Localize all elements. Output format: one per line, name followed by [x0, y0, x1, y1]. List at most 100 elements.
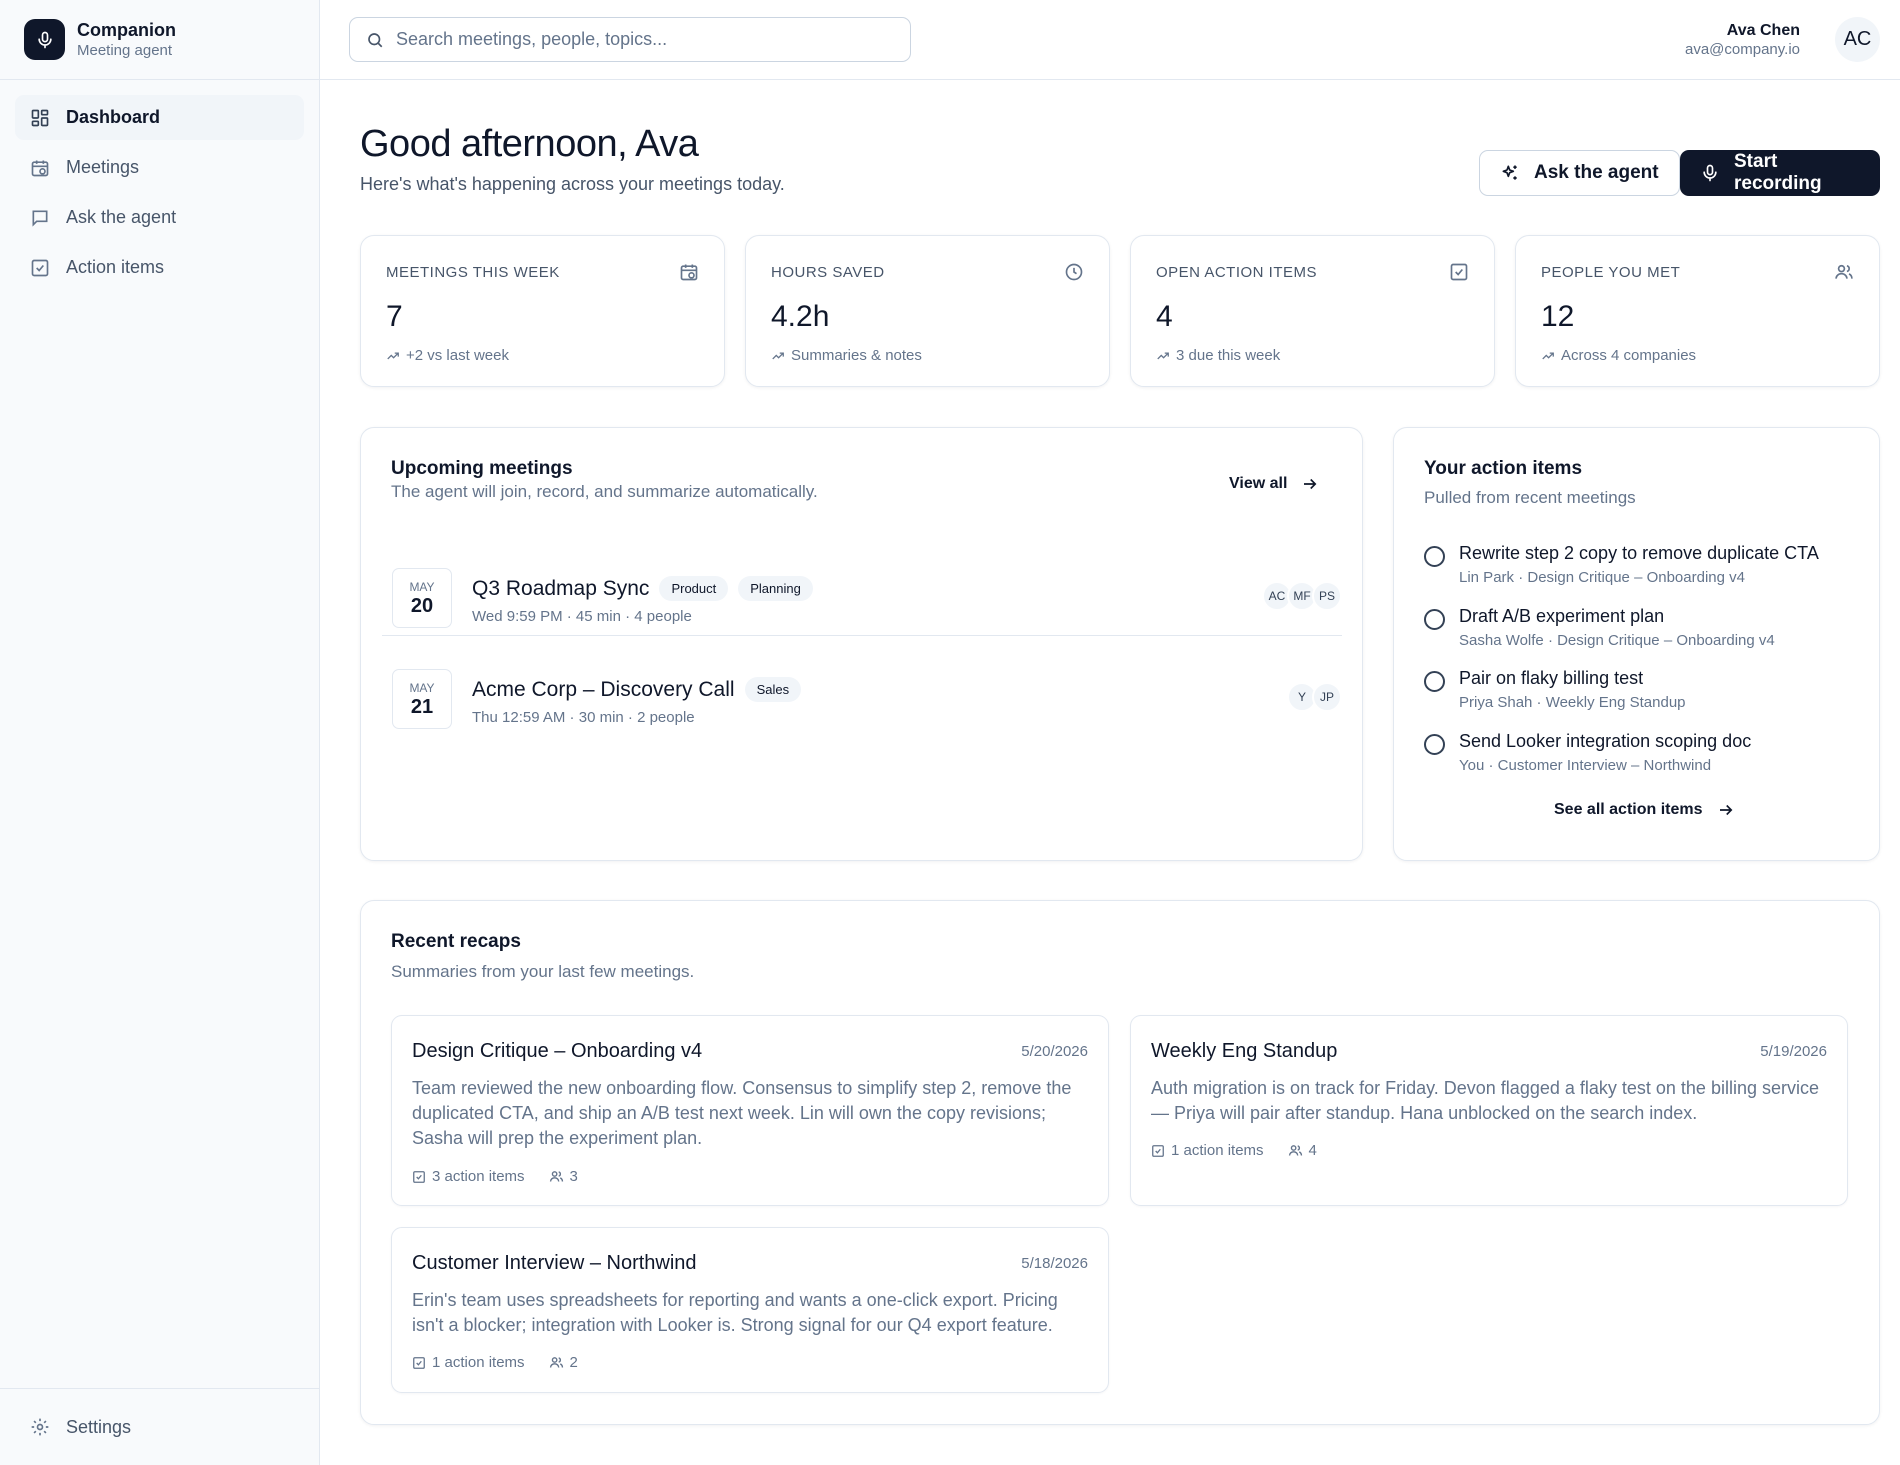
settings-label: Settings — [66, 1416, 132, 1437]
view-all-label: View all — [1229, 475, 1288, 492]
action-item-checkbox[interactable] — [1424, 671, 1445, 692]
stat-trend-text: Across 4 companies — [1561, 347, 1697, 364]
meeting-day: 21 — [410, 696, 434, 718]
action-item-meta: You · Customer Interview – Northwind — [1459, 757, 1712, 774]
sidebar-item-meetings[interactable]: Meetings — [15, 145, 304, 190]
action-item-meta: Lin Park · Design Critique – Onboarding … — [1459, 569, 1745, 586]
stat-trend: Summaries & notes — [771, 347, 922, 364]
recap-people-count: 3 — [569, 1168, 578, 1185]
action-items-title: Your action items — [1424, 458, 1583, 479]
meeting-row[interactable]: MAY 21 Acme Corp – Discovery Call Sales … — [382, 657, 1342, 737]
stat-trend: +2 vs last week — [386, 347, 509, 364]
dashboard-icon — [30, 108, 50, 128]
meeting-title-row: Acme Corp – Discovery Call Sales — [472, 677, 802, 702]
recap-date: 5/19/2026 — [1760, 1043, 1827, 1060]
see-all-label: See all action items — [1554, 801, 1703, 818]
sidebar-item-label: Action items — [66, 257, 165, 277]
stat-trend: Across 4 companies — [1541, 347, 1696, 364]
clock-icon — [1064, 262, 1084, 282]
user-email: ava@company.io — [1684, 41, 1800, 58]
attendee-avatars: AC MF PS — [1262, 581, 1342, 611]
page-title: Good afternoon, Ava — [360, 123, 699, 165]
action-item-text: Draft A/B experiment plan — [1459, 606, 1665, 626]
users-icon — [1834, 262, 1854, 282]
sidebar-item-action-items[interactable]: Action items — [15, 245, 304, 290]
recap-summary: Team reviewed the new onboarding flow. C… — [412, 1078, 1072, 1148]
stat-trend-text: Summaries & notes — [791, 347, 922, 364]
meeting-row[interactable]: MAY 20 Q3 Roadmap Sync Product Planning … — [382, 556, 1342, 636]
sidebar-item-settings[interactable]: Settings — [0, 1388, 320, 1465]
calendar-clock-icon — [679, 262, 699, 282]
meeting-title: Q3 Roadmap Sync — [472, 576, 650, 600]
upcoming-meetings-card: Upcoming meetings The agent will join, r… — [360, 427, 1363, 861]
calendar-clock-icon — [30, 158, 50, 178]
recap-people-count: 2 — [569, 1354, 578, 1371]
recap-meta: 1 action items 2 — [412, 1354, 578, 1371]
view-all-link[interactable]: View all — [1229, 475, 1319, 493]
search-icon — [366, 31, 384, 49]
meeting-meta: Wed 9:59 PM · 45 min · 4 people — [472, 608, 692, 625]
sidebar: Companion Meeting agent Dashboard Meetin… — [0, 0, 320, 1465]
action-item-checkbox[interactable] — [1424, 546, 1445, 567]
recap-card[interactable]: Customer Interview – Northwind 5/18/2026… — [391, 1227, 1109, 1393]
recap-people-count: 4 — [1308, 1142, 1317, 1159]
start-recording-label: Start recording — [1734, 151, 1822, 194]
trending-up-icon — [1156, 349, 1170, 363]
stat-card-open-actions: OPEN ACTION ITEMS 4 3 due this week — [1130, 235, 1495, 387]
user-info: Ava Chen ava@company.io — [1685, 21, 1800, 59]
recent-recaps-card: Recent recaps Summaries from your last f… — [360, 900, 1880, 1425]
action-item-checkbox[interactable] — [1424, 734, 1445, 755]
search-box[interactable] — [349, 17, 911, 62]
sidebar-item-label: Ask the agent — [66, 207, 177, 227]
recap-card[interactable]: Design Critique – Onboarding v4 5/20/202… — [391, 1015, 1109, 1206]
recap-date: 5/18/2026 — [1021, 1255, 1088, 1272]
users-icon — [549, 1355, 564, 1370]
stat-card-hours-saved: HOURS SAVED 4.2h Summaries & notes — [745, 235, 1110, 387]
sidebar-item-label: Dashboard — [66, 107, 161, 127]
recap-card[interactable]: Weekly Eng Standup 5/19/2026 Auth migrat… — [1130, 1015, 1848, 1206]
gear-icon — [30, 1417, 50, 1437]
trending-up-icon — [771, 349, 785, 363]
see-all-action-items-link[interactable]: See all action items — [1554, 801, 1735, 819]
attendee-avatar: JP — [1312, 682, 1342, 712]
sidebar-item-ask-agent[interactable]: Ask the agent — [15, 195, 304, 240]
stat-label: OPEN ACTION ITEMS — [1156, 264, 1318, 281]
meeting-day: 20 — [410, 595, 434, 617]
stat-trend-text: +2 vs last week — [406, 347, 509, 364]
upcoming-subtitle: The agent will join, record, and summari… — [391, 482, 818, 501]
recaps-subtitle: Summaries from your last few meetings. — [391, 962, 695, 981]
action-item-text: Send Looker integration scoping doc — [1459, 731, 1752, 751]
search-input[interactable] — [396, 29, 876, 50]
meeting-title-row: Q3 Roadmap Sync Product Planning — [472, 576, 813, 601]
action-item-text: Rewrite step 2 copy to remove duplicate … — [1459, 543, 1819, 563]
sparkles-icon — [1500, 163, 1520, 183]
meeting-date: MAY 20 — [392, 568, 452, 628]
start-recording-button[interactable]: Start recording — [1680, 150, 1880, 196]
ask-agent-button[interactable]: Ask the agent — [1479, 150, 1680, 196]
chat-icon — [30, 208, 50, 228]
avatar[interactable]: AC — [1835, 17, 1880, 62]
recap-summary: Erin's team uses spreadsheets for report… — [412, 1290, 1058, 1335]
arrow-right-icon — [1301, 475, 1319, 493]
stat-label: MEETINGS THIS WEEK — [386, 264, 560, 281]
stat-trend: 3 due this week — [1156, 347, 1280, 364]
checkbox-icon — [412, 1170, 426, 1184]
brand[interactable]: Companion Meeting agent — [0, 0, 319, 80]
arrow-right-icon — [1717, 801, 1735, 819]
checkbox-icon — [1151, 1144, 1165, 1158]
recap-meta: 3 action items 3 — [412, 1168, 578, 1185]
attendee-avatars: Y JP — [1287, 682, 1342, 712]
checkbox-icon — [30, 258, 50, 278]
app-subtitle: Meeting agent — [77, 41, 173, 59]
action-item-checkbox[interactable] — [1424, 609, 1445, 630]
attendee-avatar: PS — [1312, 581, 1342, 611]
recap-action-count: 1 action items — [432, 1354, 525, 1371]
action-items-subtitle: Pulled from recent meetings — [1424, 488, 1636, 507]
stat-label: PEOPLE YOU MET — [1541, 264, 1681, 281]
recap-title: Weekly Eng Standup — [1151, 1040, 1338, 1062]
checkbox-icon — [412, 1356, 426, 1370]
recap-summary: Auth migration is on track for Friday. D… — [1151, 1078, 1819, 1123]
stat-value: 7 — [386, 300, 403, 333]
sidebar-item-dashboard[interactable]: Dashboard — [15, 95, 304, 140]
meeting-title: Acme Corp – Discovery Call — [472, 677, 735, 701]
